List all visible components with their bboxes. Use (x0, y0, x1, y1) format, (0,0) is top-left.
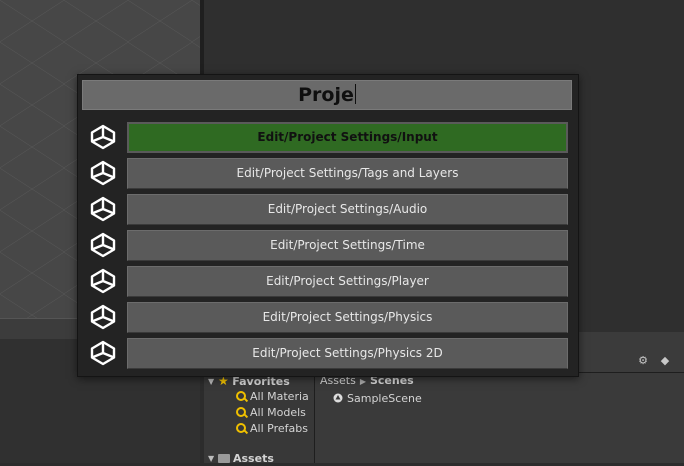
result-row[interactable]: Edit/Project Settings/Input (78, 120, 578, 154)
result-row[interactable]: Edit/Project Settings/Tags and Layers (78, 156, 578, 190)
result-row[interactable]: Edit/Project Settings/Time (78, 228, 578, 262)
result-row[interactable]: Edit/Project Settings/Physics 2D (78, 336, 578, 370)
unity-logo-icon (90, 232, 116, 258)
result-button[interactable]: Edit/Project Settings/Audio (127, 194, 568, 225)
asset-item[interactable]: SampleScene (333, 391, 422, 406)
folder-icon (218, 454, 230, 463)
unity-scene-icon (333, 393, 343, 403)
unity-logo-icon (90, 268, 116, 294)
unity-logo-icon (90, 304, 116, 330)
text-caret (354, 84, 356, 104)
tree-assets[interactable]: ▼ Assets (208, 451, 274, 466)
assets-label: Assets (233, 452, 274, 465)
unity-logo-icon (90, 160, 116, 186)
result-button[interactable]: Edit/Project Settings/Input (127, 122, 568, 153)
search-query: Proje (298, 84, 354, 106)
tree-item-label: All Materia (250, 390, 309, 403)
tree-item[interactable]: All Materia (236, 389, 309, 404)
tree-item-label: All Prefabs (250, 422, 308, 435)
result-button[interactable]: Edit/Project Settings/Physics (127, 302, 568, 333)
filter-by-type-icon[interactable]: ⚙ (636, 354, 650, 368)
search-filter-icon (236, 423, 246, 433)
search-filter-icon (236, 407, 246, 417)
tree-item[interactable]: All Models (236, 405, 306, 420)
result-button[interactable]: Edit/Project Settings/Tags and Layers (127, 158, 568, 189)
asset-item-label: SampleScene (347, 392, 422, 405)
result-button[interactable]: Edit/Project Settings/Player (127, 266, 568, 297)
tree-item[interactable]: All Prefabs (236, 421, 308, 436)
project-folder-tree: ▼ ★ Favorites All Materia All Models All … (204, 373, 315, 466)
expand-arrow-icon[interactable]: ▼ (208, 451, 218, 466)
result-row[interactable]: Edit/Project Settings/Physics (78, 300, 578, 334)
unity-logo-icon (90, 124, 116, 150)
unity-logo-icon (90, 196, 116, 222)
breadcrumb-separator-icon: ▶ (359, 377, 366, 386)
filter-by-label-icon[interactable]: ◆ (658, 354, 672, 368)
search-filter-icon (236, 391, 246, 401)
command-search-popup: Proje Edit/Project Settings/Input Edit/P… (77, 74, 579, 377)
result-button[interactable]: Edit/Project Settings/Time (127, 230, 568, 261)
result-button[interactable]: Edit/Project Settings/Physics 2D (127, 338, 568, 369)
search-input[interactable]: Proje (82, 80, 572, 110)
project-content-area: Assets ▶ Scenes SampleScene (315, 373, 684, 463)
tree-item-label: All Models (250, 406, 306, 419)
result-row[interactable]: Edit/Project Settings/Player (78, 264, 578, 298)
unity-logo-icon (90, 340, 116, 366)
result-row[interactable]: Edit/Project Settings/Audio (78, 192, 578, 226)
